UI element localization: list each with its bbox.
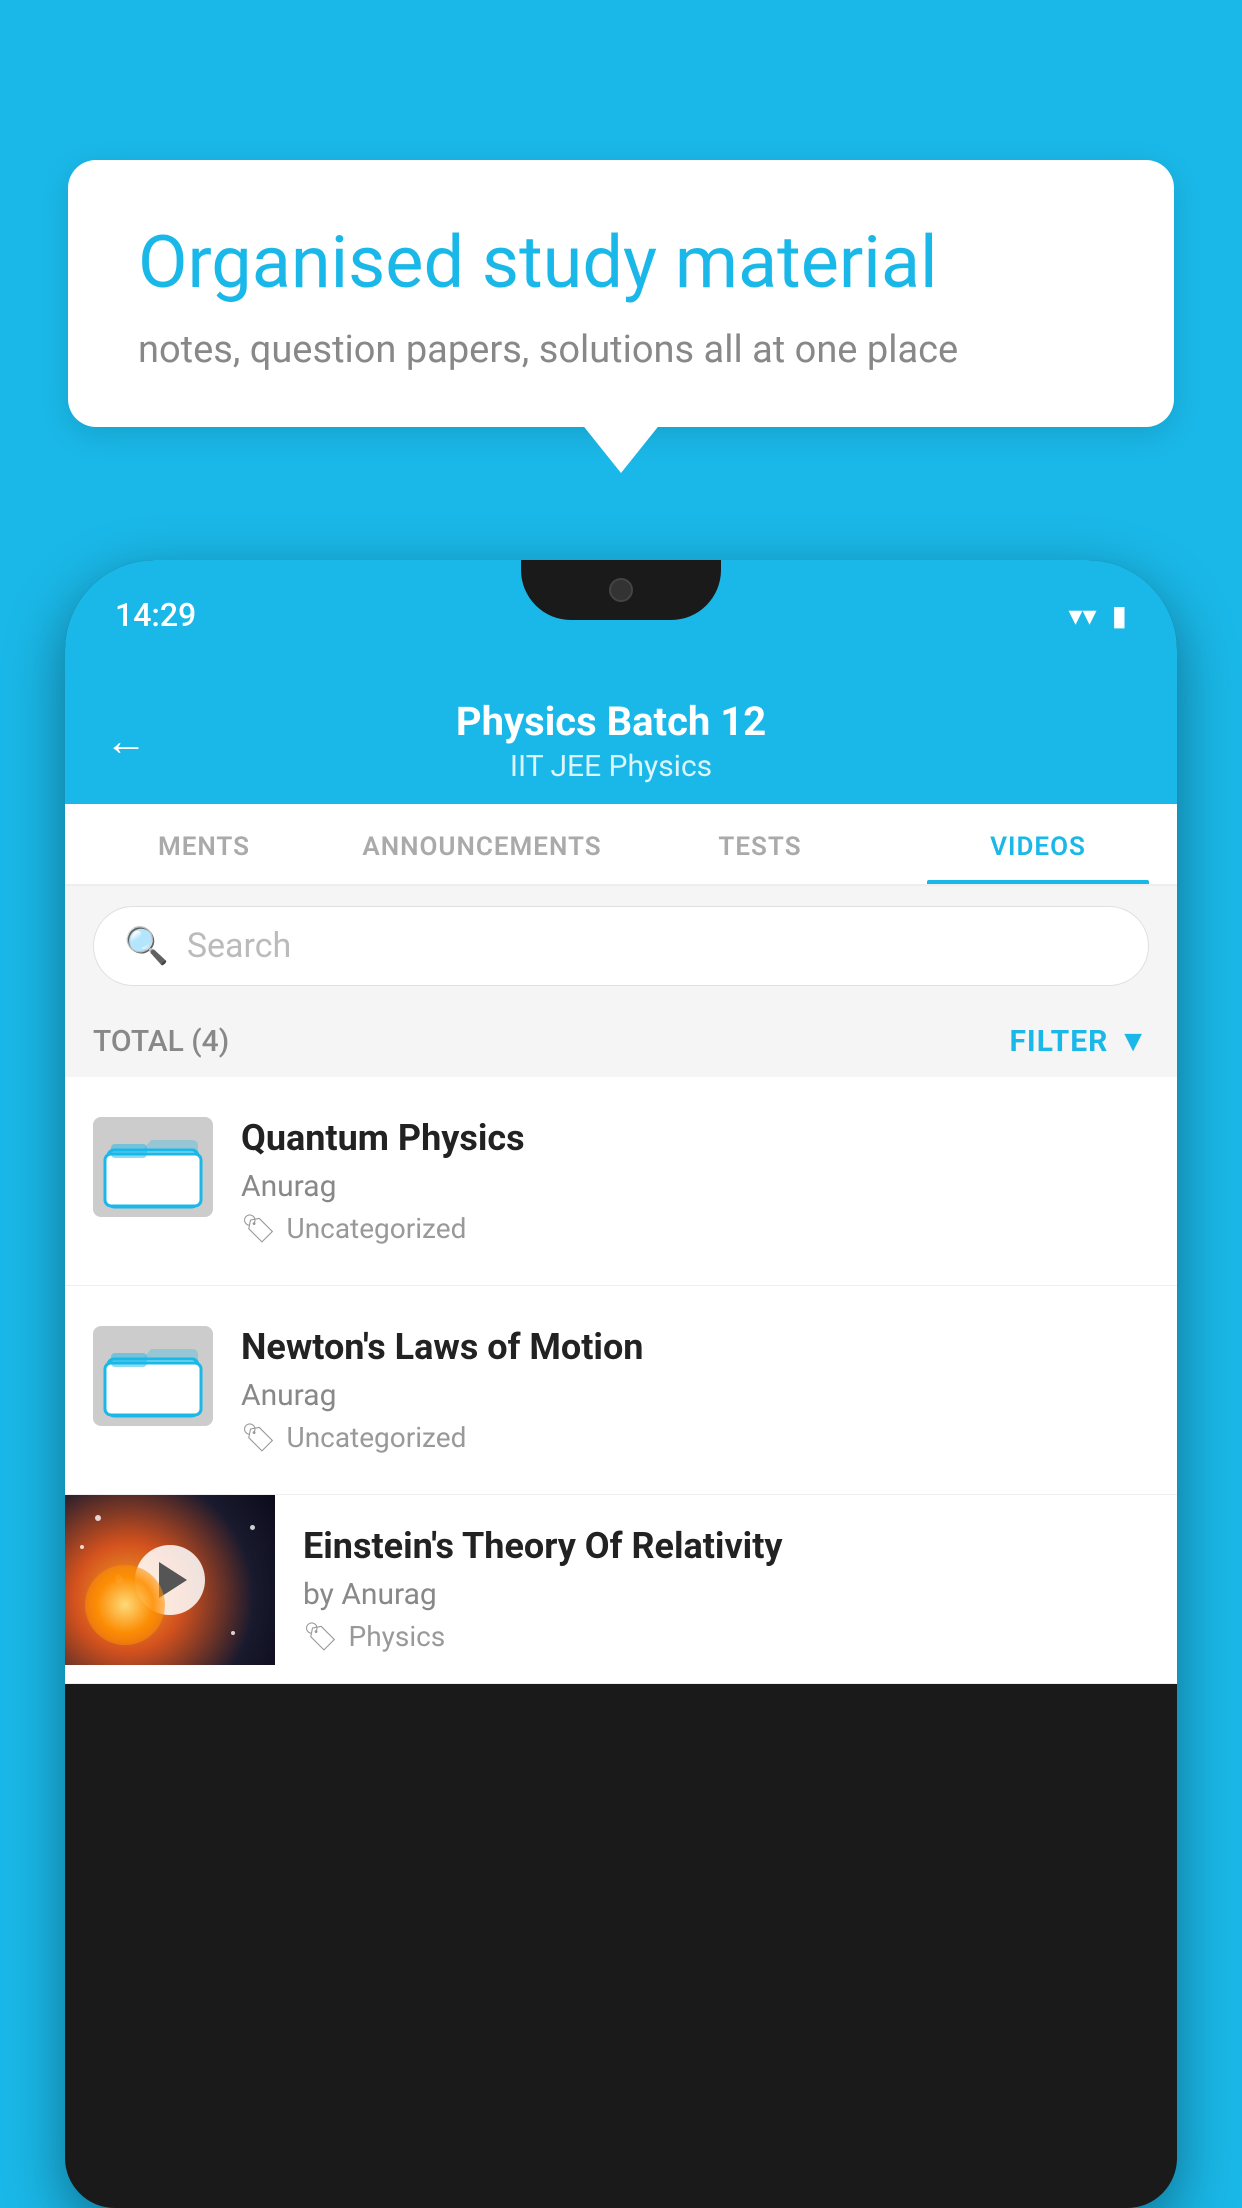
filter-label: FILTER — [1009, 1024, 1108, 1059]
filter-button[interactable]: FILTER ▼ — [1009, 1024, 1149, 1059]
list-item[interactable]: Newton's Laws of Motion Anurag 🏷 Uncateg… — [65, 1286, 1177, 1495]
tab-ments[interactable]: MENTS — [65, 804, 343, 884]
list-item[interactable]: Einstein's Theory Of Relativity by Anura… — [65, 1495, 1177, 1684]
header-title: Physics Batch 12 — [167, 698, 1055, 745]
app-header: ← Physics Batch 12 IIT JEE Physics — [65, 670, 1177, 804]
search-bar[interactable]: 🔍 Search — [93, 906, 1149, 986]
video-author: Anurag — [241, 1378, 1149, 1413]
video-info-einstein: Einstein's Theory Of Relativity by Anura… — [275, 1495, 1177, 1683]
back-button[interactable]: ← — [105, 717, 147, 766]
search-bar-wrapper: 🔍 Search — [65, 886, 1177, 1006]
tag-icon: 🏷 — [241, 1421, 277, 1454]
tag-label: Uncategorized — [287, 1421, 467, 1454]
phone-frame: 14:29 ▾▾ ▮ ← Physics Batch 12 IIT JEE Ph… — [65, 560, 1177, 2208]
tab-announcements[interactable]: ANNOUNCEMENTS — [343, 804, 621, 884]
tag-icon: 🏷 — [241, 1212, 277, 1245]
speech-bubble: Organised study material notes, question… — [68, 160, 1174, 427]
speech-bubble-title: Organised study material — [138, 220, 1104, 306]
camera-dot — [609, 578, 633, 602]
notch — [521, 560, 721, 620]
total-count: TOTAL (4) — [93, 1024, 229, 1059]
status-icons: ▾▾ ▮ — [1068, 599, 1127, 632]
filter-bar: TOTAL (4) FILTER ▼ — [65, 1006, 1177, 1077]
tabs: MENTS ANNOUNCEMENTS TESTS VIDEOS — [65, 804, 1177, 886]
folder-icon — [103, 1331, 203, 1421]
speech-bubble-subtitle: notes, question papers, solutions all at… — [138, 328, 1104, 372]
video-info-quantum: Quantum Physics Anurag 🏷 Uncategorized — [241, 1117, 1149, 1245]
wifi-icon: ▾▾ — [1068, 599, 1096, 632]
video-tag: 🏷 Uncategorized — [241, 1421, 1149, 1454]
header-subtitle: IIT JEE Physics — [167, 749, 1055, 784]
tag-icon: 🏷 — [303, 1620, 339, 1653]
video-author: by Anurag — [303, 1577, 1149, 1612]
status-bar: 14:29 ▾▾ ▮ — [65, 560, 1177, 670]
video-tag: 🏷 Physics — [303, 1620, 1149, 1653]
search-placeholder[interactable]: Search — [187, 926, 291, 966]
tab-tests[interactable]: TESTS — [621, 804, 899, 884]
video-title: Quantum Physics — [241, 1117, 1149, 1159]
video-tag: 🏷 Uncategorized — [241, 1212, 1149, 1245]
video-info-newton: Newton's Laws of Motion Anurag 🏷 Uncateg… — [241, 1326, 1149, 1454]
filter-icon: ▼ — [1118, 1024, 1149, 1059]
folder-thumbnail-quantum — [93, 1117, 213, 1217]
header-title-block: Physics Batch 12 IIT JEE Physics — [167, 698, 1055, 784]
signal-icon: ▮ — [1112, 599, 1127, 632]
video-thumbnail-einstein — [65, 1495, 275, 1665]
video-author: Anurag — [241, 1169, 1149, 1204]
list-item[interactable]: Quantum Physics Anurag 🏷 Uncategorized — [65, 1077, 1177, 1286]
status-time: 14:29 — [115, 596, 196, 634]
tag-label: Uncategorized — [287, 1212, 467, 1245]
tab-videos[interactable]: VIDEOS — [899, 804, 1177, 884]
tag-label: Physics — [349, 1620, 446, 1653]
video-title: Einstein's Theory Of Relativity — [303, 1525, 1149, 1567]
folder-thumbnail-newton — [93, 1326, 213, 1426]
search-icon: 🔍 — [124, 925, 169, 967]
content-area: Quantum Physics Anurag 🏷 Uncategorized — [65, 1077, 1177, 1684]
folder-icon — [103, 1122, 203, 1212]
video-title: Newton's Laws of Motion — [241, 1326, 1149, 1368]
